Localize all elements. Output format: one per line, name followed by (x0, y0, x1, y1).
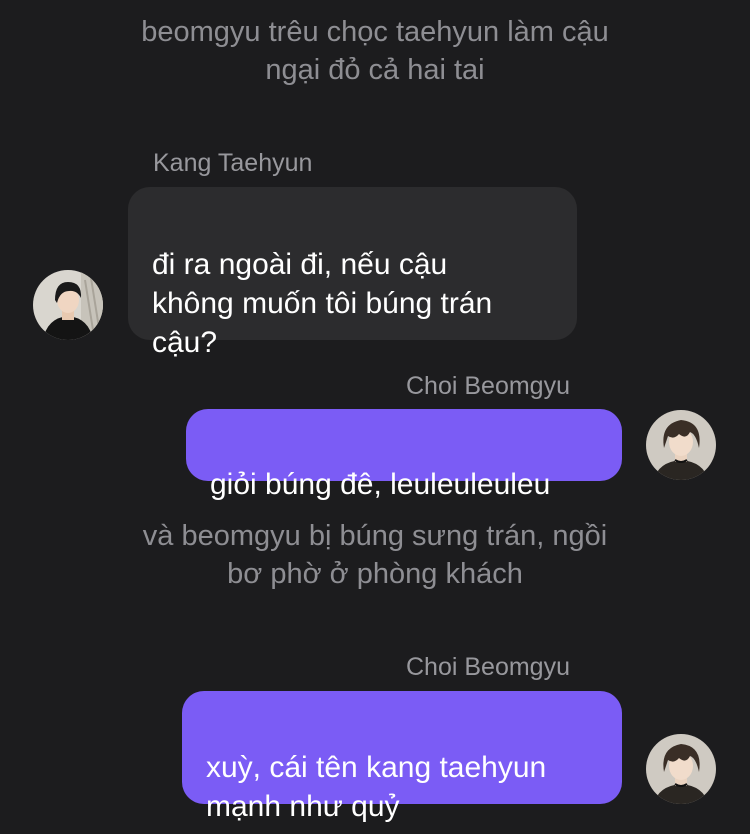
sender-name: Choi Beomgyu (406, 372, 570, 400)
sender-name: Kang Taehyun (153, 149, 313, 177)
narration-text: và beomgyu bị búng sưng trán, ngồi bơ ph… (142, 520, 608, 590)
avatar-beomgyu-icon[interactable] (646, 734, 716, 804)
avatar-taehyun-icon[interactable] (33, 270, 103, 340)
avatar-beomgyu-image (646, 734, 716, 804)
avatar-taehyun-image (33, 270, 103, 340)
avatar-beomgyu-icon[interactable] (646, 410, 716, 480)
sender-name: Choi Beomgyu (406, 653, 570, 681)
message-text: giỏi búng đê, leuleuleuleu (210, 468, 551, 501)
sent-message-bubble[interactable]: xuỳ, cái tên kang taehyun mạnh như quỷ (182, 691, 622, 823)
received-message-bubble[interactable]: đi ra ngoài đi, nếu cậu không muốn tôi b… (128, 187, 577, 359)
message-text: xuỳ, cái tên kang taehyun mạnh như quỷ (206, 751, 547, 823)
avatar-beomgyu-image (646, 410, 716, 480)
sent-message-bubble[interactable]: giỏi búng đê, leuleuleuleu (186, 409, 622, 501)
narration-text: beomgyu trêu chọc taehyun làm cậu ngại đ… (141, 16, 609, 86)
message-text: đi ra ngoài đi, nếu cậu không muốn tôi b… (152, 248, 493, 359)
